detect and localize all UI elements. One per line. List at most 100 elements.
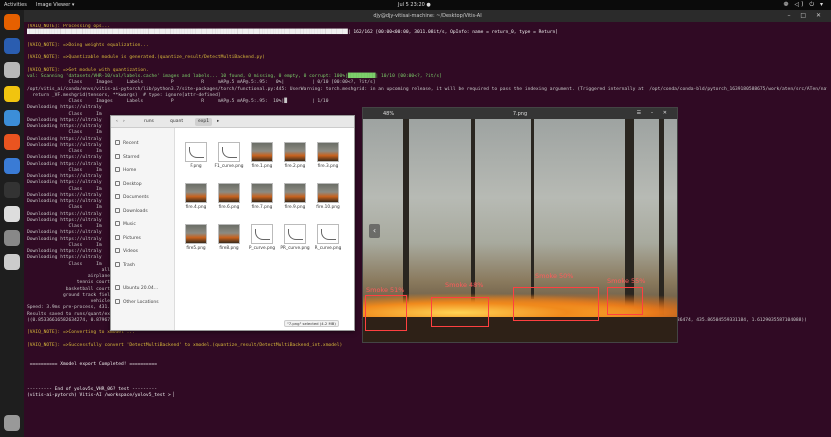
terminal-title-bar[interactable]: djy@djy-vitisai-machine: ~/Desktop/Vitis… xyxy=(24,10,831,22)
place-icon xyxy=(115,234,120,240)
image-viewer-icon[interactable] xyxy=(4,230,20,246)
software-icon[interactable] xyxy=(4,134,20,150)
activities-button[interactable]: Activities xyxy=(4,2,27,8)
file-item[interactable]: fire.7.png xyxy=(247,183,277,219)
sidebar-item-music[interactable]: Music xyxy=(115,221,136,229)
back-button[interactable]: ‹ xyxy=(116,119,118,124)
plot-thumbnail xyxy=(317,224,339,244)
file-item[interactable]: fire.2.png xyxy=(280,142,310,178)
sidebar-item-label: Trash xyxy=(123,262,135,268)
place-icon xyxy=(115,261,120,267)
sidebar-item-label: Recent xyxy=(123,141,139,146)
image-viewer-header: 48% 7.png ☰ – ✕ xyxy=(363,108,677,119)
file-item[interactable]: fire.4.png xyxy=(181,183,211,219)
image-viewer-window[interactable]: 48% 7.png ☰ – ✕ Smoke 51% Smoke 48% Smok… xyxy=(362,107,678,343)
apps-grid-icon[interactable] xyxy=(4,415,20,431)
terminal-line: /opt/vitis_ai/conda/envs/vitis-ai-pytorc… xyxy=(27,86,827,92)
file-item[interactable]: fire8.png xyxy=(214,224,244,260)
sidebar-item-home[interactable]: Home xyxy=(115,167,136,175)
forward-button[interactable]: › xyxy=(123,119,125,124)
place-icon xyxy=(115,221,120,226)
file-manager-window[interactable]: ‹ › runs quant exp1 ▸ Recent Starred Home D… xyxy=(110,115,355,331)
sidebar-item-starred[interactable]: Starred xyxy=(115,153,140,162)
file-label: P_curve.png xyxy=(248,246,276,251)
file-label: F.png xyxy=(190,164,202,169)
detection-label: Smoke 50% xyxy=(535,272,574,280)
file-item[interactable]: P_curve.png xyxy=(247,224,277,260)
sidebar-item-recent[interactable]: Recent xyxy=(115,140,139,148)
file-label: fire.9.png xyxy=(284,205,306,210)
system-menu[interactable]: ❁ ◁) ⏻ ▾ xyxy=(784,1,825,9)
place-icon xyxy=(115,298,120,304)
sidebar-item-label: Pictures xyxy=(123,235,141,241)
place-icon xyxy=(115,285,120,290)
app-menu[interactable]: Image Viewer ▾ xyxy=(36,2,74,8)
sidebar-item-desktop[interactable]: Desktop xyxy=(115,180,142,189)
terminal-window-controls[interactable]: – □ ✕ xyxy=(787,12,825,19)
document-icon[interactable] xyxy=(4,110,20,126)
file-label: fire5.png xyxy=(186,246,206,251)
plot-thumbnail xyxy=(251,224,273,244)
music-icon[interactable] xyxy=(4,86,20,102)
file-item[interactable]: fire.9.png xyxy=(280,183,310,219)
fire-detection-image: Smoke 51% Smoke 48% Smoke 50% Smoke 55% xyxy=(363,119,677,342)
file-label: R_curve.png xyxy=(314,246,342,251)
breadcrumb-runs[interactable]: runs xyxy=(141,118,157,126)
file-item[interactable]: R_curve.png xyxy=(313,224,343,260)
breadcrumb-more-button[interactable]: ▸ xyxy=(217,119,219,124)
sidebar-item-documents[interactable]: Documents xyxy=(115,194,149,202)
image-thumbnail xyxy=(218,224,240,244)
place-icon xyxy=(115,167,120,172)
detection-label: Smoke 55% xyxy=(607,277,646,285)
sidebar-item-ubuntu-20-04[interactable]: Ubuntu 20.04... xyxy=(115,285,158,293)
sidebar-item-videos[interactable]: Videos xyxy=(115,248,138,256)
place-icon xyxy=(115,153,120,159)
file-label: PR_curve.png xyxy=(280,246,310,251)
file-item[interactable]: PR_curve.png xyxy=(280,224,310,260)
file-item[interactable]: fire.10.png xyxy=(313,183,343,219)
detection-box xyxy=(365,295,407,331)
clock[interactable]: Jul 5 23:20 ● xyxy=(398,2,431,8)
file-item[interactable]: fire.3.png xyxy=(313,142,343,178)
file-item[interactable]: F.png xyxy=(181,142,211,178)
file-grid: F.png F1_curve.png fire.1.png fire.2.png fir… xyxy=(177,130,354,330)
breadcrumb-quant[interactable]: quant xyxy=(167,118,186,126)
file-item[interactable]: fire.6.png xyxy=(214,183,244,219)
plot-thumbnail xyxy=(185,142,207,162)
help-icon[interactable] xyxy=(4,158,20,174)
editor-icon[interactable] xyxy=(4,206,20,222)
sidebar-item-label: Desktop xyxy=(123,181,142,187)
detection-box xyxy=(607,287,643,315)
plot-thumbnail xyxy=(284,224,306,244)
file-item[interactable]: fire.1.png xyxy=(247,142,277,178)
file-item[interactable]: fire5.png xyxy=(181,224,211,260)
file-label: F1_curve.png xyxy=(214,164,244,169)
file-item[interactable]: F1_curve.png xyxy=(214,142,244,178)
image-thumbnail xyxy=(185,224,207,244)
viewer-window-controls[interactable]: ☰ – ✕ xyxy=(637,110,671,116)
image-thumbnail xyxy=(317,142,339,162)
firefox-icon[interactable] xyxy=(4,14,20,30)
terminal-title: djy@djy-vitisai-machine: ~/Desktop/Vitis… xyxy=(373,13,482,19)
dock xyxy=(0,10,24,437)
detection-label: Smoke 51% xyxy=(366,286,405,294)
top-bar: Activities Image Viewer ▾ Jul 5 23:20 ● … xyxy=(0,0,831,10)
folder-icon[interactable] xyxy=(4,62,20,78)
breadcrumb-exp1[interactable]: exp1 xyxy=(195,118,213,126)
previous-image-button[interactable]: ‹ xyxy=(369,224,380,238)
sidebar-item-pictures[interactable]: Pictures xyxy=(115,234,141,243)
terminal-icon[interactable] xyxy=(4,182,20,198)
sidebar-item-trash[interactable]: Trash xyxy=(115,261,135,270)
file-manager-header: ‹ › runs quant exp1 ▸ xyxy=(111,116,354,128)
mail-icon[interactable] xyxy=(4,38,20,54)
terminal-line: (vitis-ai-pytorch) Vitis-AI /workspace/y… xyxy=(27,392,177,398)
place-icon xyxy=(115,180,120,186)
sidebar-item-downloads[interactable]: Downloads xyxy=(115,207,148,216)
sidebar-item-other-locations[interactable]: Other Locations xyxy=(115,298,159,307)
file-manager-sidebar: Recent Starred Home Desktop Documents Downloa… xyxy=(111,128,175,330)
sidebar-item-label: Music xyxy=(123,222,136,227)
plot-thumbnail xyxy=(218,142,240,162)
place-icon xyxy=(115,194,120,199)
image-thumbnail xyxy=(185,183,207,203)
disk-icon[interactable] xyxy=(4,254,20,270)
